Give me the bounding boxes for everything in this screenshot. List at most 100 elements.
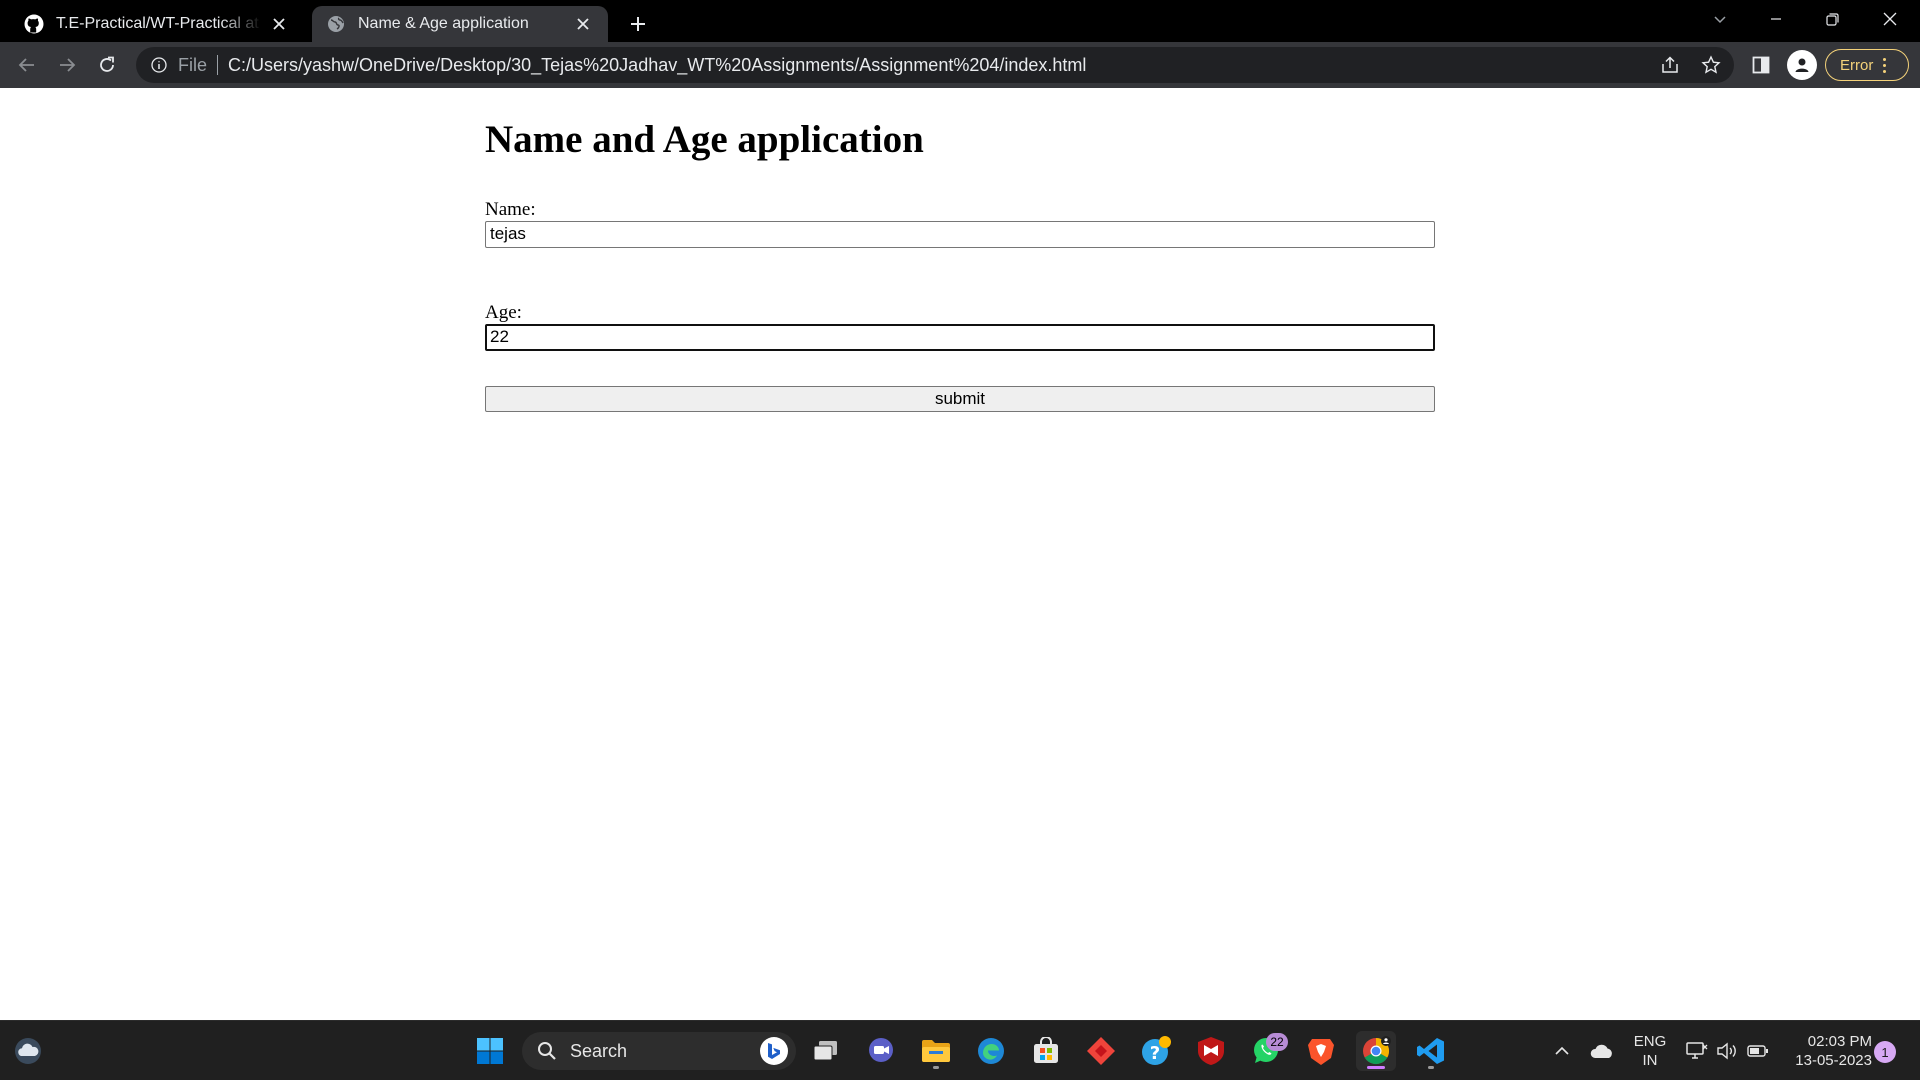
new-tab-button[interactable] [622,8,654,40]
vscode-button[interactable] [1411,1031,1451,1071]
submit-button[interactable]: submit [485,385,1435,412]
edge-button[interactable] [971,1031,1011,1071]
weather-cloud-icon [15,1038,41,1064]
error-button[interactable]: Error [1825,49,1909,81]
globe-icon [326,14,346,34]
language-region: IN [1642,1052,1658,1069]
whatsapp-button[interactable]: 22 [1246,1031,1288,1071]
tab-github[interactable]: T.E-Practical/WT-Practical at main [10,6,304,42]
close-window-button[interactable] [1862,0,1918,38]
speaker-icon [1717,1042,1736,1060]
star-icon [1701,55,1721,74]
input-language-indicator[interactable]: ENG IN [1628,1021,1672,1080]
teams-chat-button[interactable] [861,1031,901,1071]
vscode-icon [1417,1038,1444,1064]
tab-strip: T.E-Practical/WT-Practical at main Name … [0,0,1920,42]
taskbar-search-box[interactable]: Search [522,1032,796,1070]
close-icon[interactable] [572,13,594,35]
edge-icon [978,1038,1004,1064]
whatsapp-unread-badge: 22 [1266,1033,1288,1051]
task-view-icon [813,1041,837,1061]
start-button[interactable] [470,1031,510,1071]
windows-taskbar: Search ? 22 ENG IN 02:03 PM 13-05-2023 1 [0,1020,1920,1080]
anydesk-button[interactable] [1081,1031,1121,1071]
name-input[interactable] [485,220,1435,248]
url-scheme-label: File [178,54,208,75]
folder-icon [922,1040,950,1062]
error-label: Error [1840,56,1874,74]
reload-icon [100,56,114,72]
arrow-right-icon [60,58,76,72]
share-icon [1662,56,1678,73]
notification-count-badge[interactable]: 1 [1874,1041,1896,1063]
age-input[interactable] [485,323,1435,351]
age-label: Age: [485,301,522,323]
battery-icon [1747,1045,1768,1057]
teams-chat-icon [869,1038,893,1062]
browser-toolbar: File C:/Users/yashw/OneDrive/Desktop/30_… [0,42,1920,88]
page-title: Name and Age application [485,118,924,161]
back-button[interactable] [11,49,43,81]
mcafee-shield-icon [1198,1037,1224,1065]
battery-button[interactable] [1742,1021,1774,1080]
profile-avatar[interactable] [1787,50,1817,80]
svg-text:?: ? [1150,1043,1160,1064]
chrome-button[interactable] [1356,1031,1396,1071]
active-indicator [1367,1066,1385,1069]
close-icon [1883,12,1897,26]
clock-date: 13-05-2023 [1795,1052,1872,1069]
network-button[interactable] [1682,1021,1712,1080]
arrow-left-icon [18,58,34,72]
plus-icon [631,17,645,31]
volume-button[interactable] [1712,1021,1742,1080]
mcafee-button[interactable] [1191,1031,1231,1071]
task-view-button[interactable] [806,1031,846,1071]
running-indicator [1428,1066,1434,1069]
help-icon: ? [1142,1036,1171,1065]
weather-widget[interactable] [8,1031,48,1071]
side-panel-icon [1752,56,1770,74]
tab-name-age-application[interactable]: Name & Age application [312,6,608,42]
search-placeholder: Search [570,1040,628,1061]
tab-title: T.E-Practical/WT-Practical at main [56,15,262,32]
onedrive-button[interactable] [1586,1021,1618,1080]
reload-button[interactable] [91,49,123,81]
url-text[interactable]: C:/Users/yashw/OneDrive/Desktop/30_Tejas… [228,55,1086,76]
info-icon[interactable] [150,56,168,74]
network-icon [1686,1042,1708,1059]
file-explorer-button[interactable] [916,1031,956,1071]
clock-time: 02:03 PM [1807,1033,1872,1050]
close-icon[interactable] [268,13,290,35]
language-code: ENG [1633,1033,1667,1050]
get-help-button[interactable]: ? [1136,1031,1176,1071]
show-hidden-icons-button[interactable] [1548,1021,1576,1080]
diamond-app-icon [1087,1037,1115,1065]
clock-button[interactable]: 02:03 PM 13-05-2023 [1782,1021,1872,1080]
address-bar[interactable]: File C:/Users/yashw/OneDrive/Desktop/30_… [136,47,1734,83]
side-panel-button[interactable] [1747,51,1775,79]
restore-button[interactable] [1804,0,1860,38]
more-vert-icon [1883,57,1887,73]
minimize-icon [1771,18,1781,20]
github-icon [24,14,44,34]
ms-store-button[interactable] [1026,1031,1066,1071]
forward-button[interactable] [51,49,83,81]
store-bag-icon [1034,1037,1058,1063]
brave-lion-icon [1308,1039,1334,1065]
chevron-up-icon [1555,1046,1569,1055]
name-label: Name: [485,198,536,220]
tab-title: Name & Age application [358,15,529,32]
bookmark-button[interactable] [1697,51,1725,79]
chevron-down-icon [1714,16,1726,24]
page-viewport: Name and Age application Name: Age: subm… [0,88,1920,1020]
person-icon [1795,58,1809,72]
brave-button[interactable] [1301,1031,1341,1071]
app-form: Name and Age application Name: Age: subm… [485,88,1435,412]
restore-icon [1825,12,1839,26]
running-indicator [933,1066,939,1069]
bing-icon[interactable] [760,1037,788,1065]
tab-search-button[interactable] [1692,0,1748,38]
minimize-button[interactable] [1748,0,1804,38]
share-button[interactable] [1656,51,1684,79]
onedrive-cloud-icon [1590,1044,1612,1058]
